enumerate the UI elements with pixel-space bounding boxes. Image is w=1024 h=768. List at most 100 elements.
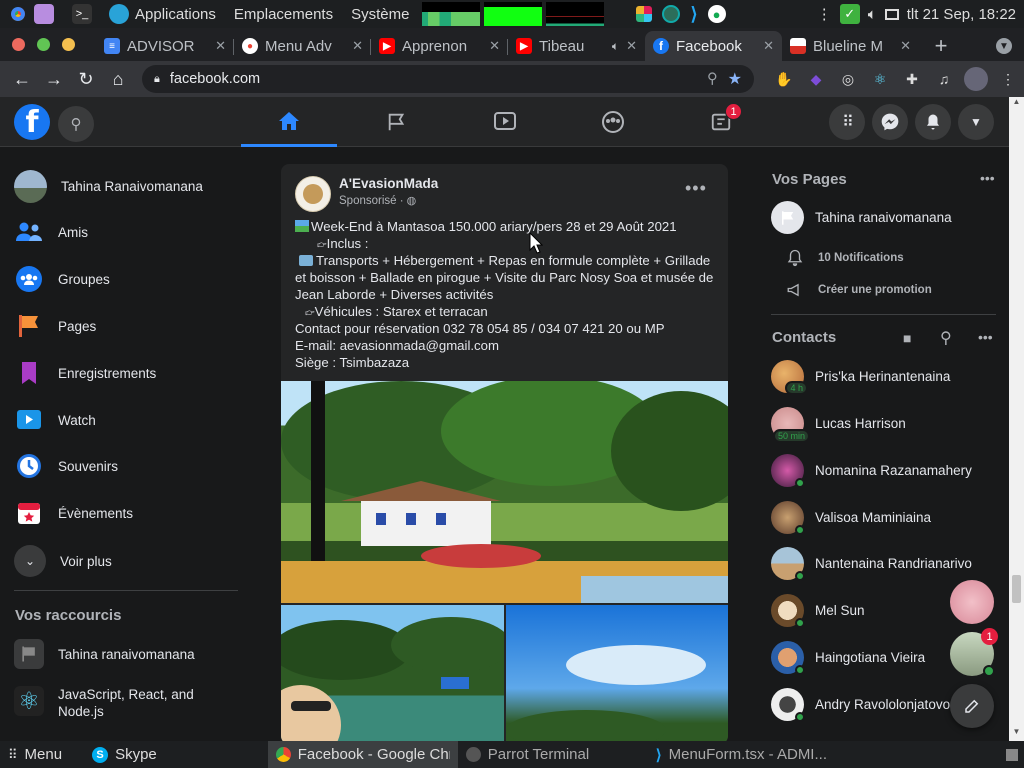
clock[interactable]: tlt 21 Sep, 18:22 (907, 6, 1016, 23)
sidebar-item-friends[interactable]: Amis (14, 217, 88, 247)
notes-launcher-icon[interactable] (34, 4, 54, 24)
messenger-button[interactable] (872, 104, 908, 140)
new-room-button[interactable]: ■ (903, 330, 911, 346)
volume-icon[interactable]: 🔈︎ (868, 6, 877, 23)
pages-options-button[interactable]: ••• (980, 170, 995, 186)
shortcut-page[interactable]: Tahina ranaivomanana (14, 639, 195, 669)
slack-tray-icon[interactable] (636, 6, 653, 22)
terminal-launcher-icon[interactable]: >_ (72, 4, 92, 24)
contact-item[interactable]: Valisoa Maminiaina (771, 501, 931, 535)
search-button[interactable]: ⚲ (58, 106, 94, 142)
nav-gaming-tab[interactable]: 1 (673, 97, 769, 147)
omnibox[interactable]: 🔒︎ facebook.com ⚲ ★ (142, 65, 754, 93)
new-tab-button[interactable]: + (919, 31, 963, 61)
profile-avatar-icon[interactable] (964, 67, 988, 91)
sidebar-item-profile[interactable]: Tahina Ranaivomanana (14, 170, 203, 203)
tab-search-button[interactable]: ▼ (984, 31, 1024, 61)
tab-facebook[interactable]: f Facebook ✕ (645, 31, 782, 61)
taskbar-skype[interactable]: S Skype (84, 741, 165, 768)
taskbar-chrome[interactable]: Facebook - Google Chr... (267, 741, 458, 768)
close-tab-icon[interactable]: ✕ (215, 38, 226, 54)
contact-item[interactable]: Andry Ravololonjatovo (771, 688, 950, 722)
chat-head[interactable] (950, 580, 994, 624)
system-menu[interactable]: Système (342, 6, 418, 23)
start-menu-button[interactable]: ⠿ Menu (0, 741, 70, 768)
contacts-search-button[interactable]: ⚲ (940, 328, 952, 348)
applications-menu[interactable]: Applications (100, 4, 225, 24)
react-devtools-icon[interactable]: ⚛ (868, 67, 892, 91)
facebook-logo-icon[interactable]: f (14, 104, 50, 140)
mongo-tray-icon[interactable]: ● (707, 5, 726, 23)
close-window-button[interactable] (12, 38, 25, 51)
sidebar-item-saved[interactable]: Enregistrements (14, 358, 156, 388)
tab-menu-adv[interactable]: ● Menu Adv ✕ (234, 31, 371, 61)
scroll-down-arrow[interactable]: ▼ (1009, 727, 1024, 741)
vscode-tray-icon[interactable]: ⟩ (690, 4, 697, 25)
new-message-button[interactable] (950, 684, 994, 728)
post-image-left[interactable] (281, 605, 504, 744)
sidebar-item-events[interactable]: Évènements (14, 498, 133, 528)
maximize-window-button[interactable] (37, 38, 50, 51)
chat-head[interactable]: 1 (950, 628, 998, 677)
page-notifications-link[interactable]: 10 Notifications (786, 249, 904, 267)
home-button[interactable]: ⌂ (102, 63, 134, 95)
post-image-right[interactable] (506, 605, 728, 744)
places-menu[interactable]: Emplacements (225, 6, 342, 23)
shortcut-group[interactable]: ⚛ JavaScript, React, and Node.js (14, 686, 208, 720)
media-control-icon[interactable]: ♫ (932, 67, 956, 91)
post-author[interactable]: A'EvasionMada (339, 176, 438, 191)
menu-tray-icon[interactable]: ⋮ (817, 5, 832, 23)
post-image-main[interactable] (281, 381, 728, 603)
nav-groups-tab[interactable] (565, 97, 661, 147)
contact-item[interactable]: Nomanina Razanamahery (771, 454, 972, 488)
scroll-up-arrow[interactable]: ▲ (1009, 97, 1024, 111)
purple-extension-icon[interactable]: ◆ (804, 67, 828, 91)
menu-button[interactable]: ⠿ (829, 104, 865, 140)
browser-menu-icon[interactable]: ⋮ (996, 67, 1020, 91)
contact-item[interactable]: 4 h Pris'ka Herinantenaina (771, 360, 950, 395)
show-desktop-button[interactable] (1006, 748, 1018, 761)
bookmark-star-icon[interactable]: ★ (728, 69, 742, 89)
update-tray-icon[interactable]: ✓ (839, 4, 860, 24)
post-author-avatar[interactable] (295, 176, 331, 212)
sidebar-item-see-more[interactable]: ⌄ Voir plus (14, 545, 112, 577)
page-scrollbar[interactable]: ▲ ▼ (1009, 97, 1024, 741)
contacts-options-button[interactable]: ••• (978, 329, 993, 345)
scrollbar-thumb[interactable] (1012, 575, 1021, 603)
post-options-button[interactable]: ••• (685, 178, 707, 199)
sponsored-label[interactable]: Sponsorisé · (339, 195, 404, 207)
audio-playing-icon[interactable]: 🔈︎ (612, 39, 619, 54)
create-promotion-link[interactable]: Créer une promotion (786, 281, 932, 299)
target-extension-icon[interactable]: ◎ (836, 67, 860, 91)
chrome-launcher-icon[interactable] (8, 4, 28, 24)
taskbar-terminal[interactable]: Parrot Terminal (458, 741, 648, 768)
tab-blueline[interactable]: Blueline M ✕ (782, 31, 919, 61)
taskbar-vscode[interactable]: ⟩ MenuForm.tsx - ADMI... (648, 741, 838, 768)
forward-button[interactable]: → (38, 63, 70, 95)
url-text[interactable]: facebook.com (170, 71, 697, 87)
tab-tibeau[interactable]: ▶ Tibeau 🔈︎ ✕ (508, 31, 645, 61)
close-tab-icon[interactable]: ✕ (763, 38, 774, 54)
adblock-extension-icon[interactable]: ✋ (772, 67, 796, 91)
zoom-icon[interactable]: ⚲ (707, 71, 718, 87)
close-tab-icon[interactable]: ✕ (352, 38, 363, 54)
sidebar-item-memories[interactable]: Souvenirs (14, 451, 118, 481)
sidebar-item-watch[interactable]: Watch (14, 405, 96, 435)
contact-item[interactable]: Nantenaina Randrianarivo (771, 547, 972, 581)
tab-apprenon[interactable]: ▶ Apprenon ✕ (371, 31, 508, 61)
contact-item[interactable]: Mel Sun (771, 594, 865, 628)
close-tab-icon[interactable]: ✕ (900, 38, 911, 54)
sidebar-item-groups[interactable]: Groupes (14, 264, 110, 294)
notifications-button[interactable] (915, 104, 951, 140)
tab-advisor[interactable]: ≡ ADVISOR ✕ (96, 31, 234, 61)
account-button[interactable]: ▼ (958, 104, 994, 140)
back-button[interactable]: ← (6, 63, 38, 95)
nav-pages-tab[interactable] (349, 97, 445, 147)
display-icon[interactable] (884, 8, 899, 20)
close-tab-icon[interactable]: ✕ (626, 38, 637, 54)
extensions-puzzle-icon[interactable]: ✚ (900, 67, 924, 91)
your-page-item[interactable]: Tahina ranaivomanana (771, 201, 952, 234)
contact-item[interactable]: Haingotiana Vieira (771, 641, 925, 675)
sidebar-item-pages[interactable]: Pages (14, 311, 96, 341)
minimize-window-button[interactable] (62, 38, 75, 51)
